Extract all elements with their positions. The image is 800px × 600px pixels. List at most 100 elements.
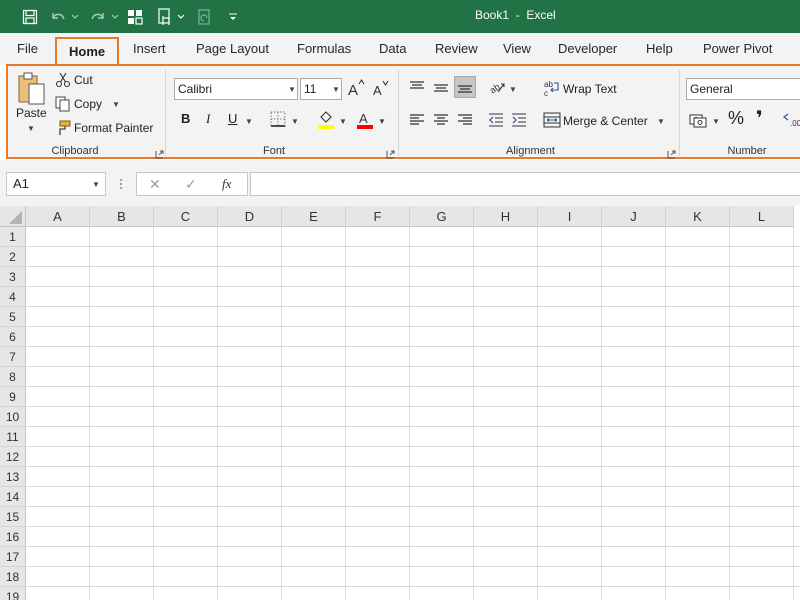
customize-qat-icon[interactable]: [226, 6, 240, 28]
merge-center-dropdown-icon[interactable]: ▼: [657, 117, 665, 126]
refresh-icon[interactable]: [196, 6, 214, 28]
undo-dropdown-icon[interactable]: [70, 6, 80, 28]
row-header-16[interactable]: 16: [0, 527, 26, 547]
accounting-format-icon[interactable]: [689, 112, 707, 128]
alignment-launcher-icon[interactable]: [667, 148, 676, 159]
align-center-icon[interactable]: [433, 112, 449, 128]
row-header-11[interactable]: 11: [0, 427, 26, 447]
tab-data[interactable]: Data: [379, 33, 406, 65]
tab-power-pivot[interactable]: Power Pivot: [703, 33, 772, 65]
row-header-4[interactable]: 4: [0, 287, 26, 307]
paste-icon[interactable]: [17, 72, 47, 106]
bottom-align-icon[interactable]: [454, 76, 476, 98]
accounting-format-dropdown-icon[interactable]: ▼: [712, 117, 720, 126]
font-name-dropdown[interactable]: Calibri: [174, 78, 298, 100]
row-header-7[interactable]: 7: [0, 347, 26, 367]
cell-area[interactable]: [26, 227, 800, 600]
insert-function-icon[interactable]: fx: [222, 176, 231, 192]
row-header-8[interactable]: 8: [0, 367, 26, 387]
row-header-2[interactable]: 2: [0, 247, 26, 267]
row-header-13[interactable]: 13: [0, 467, 26, 487]
row-header-9[interactable]: 9: [0, 387, 26, 407]
row-header-3[interactable]: 3: [0, 267, 26, 287]
column-header-l[interactable]: L: [730, 206, 794, 227]
tab-help[interactable]: Help: [646, 33, 673, 65]
tab-home[interactable]: Home: [55, 37, 120, 67]
cut-button[interactable]: Cut: [74, 73, 93, 87]
column-header-g[interactable]: G: [410, 206, 474, 227]
increase-font-size-icon[interactable]: A: [347, 78, 365, 99]
copy-dropdown-icon[interactable]: ▼: [112, 100, 120, 109]
row-header-6[interactable]: 6: [0, 327, 26, 347]
row-header-14[interactable]: 14: [0, 487, 26, 507]
column-header-a[interactable]: A: [26, 206, 90, 227]
row-header-12[interactable]: 12: [0, 447, 26, 467]
column-header-f[interactable]: F: [346, 206, 410, 227]
tab-view[interactable]: View: [503, 33, 531, 65]
select-all-button[interactable]: [0, 206, 26, 227]
italic-button[interactable]: I: [206, 111, 210, 127]
percent-style-button[interactable]: %: [728, 108, 744, 129]
column-header-i[interactable]: I: [538, 206, 602, 227]
column-header-b[interactable]: B: [90, 206, 154, 227]
column-header-c[interactable]: C: [154, 206, 218, 227]
tab-file[interactable]: File: [17, 33, 38, 65]
save-icon[interactable]: [20, 6, 40, 28]
formula-input[interactable]: [250, 172, 800, 196]
copy-button[interactable]: Copy: [74, 97, 102, 111]
top-align-icon[interactable]: [409, 80, 425, 96]
form-icon[interactable]: [126, 6, 144, 28]
bold-button[interactable]: B: [181, 111, 190, 126]
cancel-icon[interactable]: ✕: [149, 176, 161, 193]
underline-dropdown-icon[interactable]: ▼: [245, 117, 253, 126]
undo-icon[interactable]: [48, 6, 68, 28]
tab-formulas[interactable]: Formulas: [297, 33, 351, 65]
decrease-indent-icon[interactable]: [488, 112, 504, 128]
tab-page-layout[interactable]: Page Layout: [196, 33, 269, 65]
middle-align-icon[interactable]: [433, 80, 449, 96]
enter-icon[interactable]: ✓: [185, 176, 197, 193]
borders-icon[interactable]: [270, 111, 286, 127]
underline-button[interactable]: U: [228, 111, 237, 126]
column-header-h[interactable]: H: [474, 206, 538, 227]
column-header-j[interactable]: J: [602, 206, 666, 227]
comma-style-button[interactable]: ❜: [756, 106, 763, 131]
touch-mode-dropdown-icon[interactable]: [176, 6, 186, 28]
orientation-icon[interactable]: ab: [488, 78, 506, 96]
wrap-text-button[interactable]: Wrap Text: [563, 82, 617, 96]
row-header-17[interactable]: 17: [0, 547, 26, 567]
name-box[interactable]: A1: [6, 172, 106, 196]
font-color-icon[interactable]: A: [356, 110, 374, 130]
increase-indent-icon[interactable]: [511, 112, 527, 128]
fill-color-dropdown-icon[interactable]: ▼: [339, 117, 347, 126]
name-box-dropdown-icon[interactable]: ▼: [92, 180, 100, 189]
font-launcher-icon[interactable]: [386, 148, 395, 159]
paste-dropdown-icon[interactable]: ▼: [27, 124, 35, 133]
touch-mode-icon[interactable]: [156, 6, 174, 28]
column-header-e[interactable]: E: [282, 206, 346, 227]
tab-insert[interactable]: Insert: [133, 33, 166, 65]
formula-bar-grip-icon[interactable]: [118, 176, 124, 192]
merge-center-button[interactable]: Merge & Center: [563, 114, 648, 128]
row-header-15[interactable]: 15: [0, 507, 26, 527]
redo-dropdown-icon[interactable]: [110, 6, 120, 28]
fill-color-icon[interactable]: [317, 110, 335, 130]
align-left-icon[interactable]: [409, 112, 425, 128]
column-header-d[interactable]: D: [218, 206, 282, 227]
redo-icon[interactable]: [88, 6, 108, 28]
row-header-18[interactable]: 18: [0, 567, 26, 587]
column-header-k[interactable]: K: [666, 206, 730, 227]
format-painter-button[interactable]: Format Painter: [74, 121, 153, 135]
borders-dropdown-icon[interactable]: ▼: [291, 117, 299, 126]
row-header-19[interactable]: 19: [0, 587, 26, 600]
row-header-10[interactable]: 10: [0, 407, 26, 427]
row-header-5[interactable]: 5: [0, 307, 26, 327]
font-color-dropdown-icon[interactable]: ▼: [378, 117, 386, 126]
number-format-dropdown[interactable]: General: [686, 78, 800, 100]
align-right-icon[interactable]: [457, 112, 473, 128]
tab-developer[interactable]: Developer: [558, 33, 617, 65]
increase-decimal-icon[interactable]: .00: [782, 112, 800, 128]
paste-button[interactable]: Paste: [16, 106, 47, 120]
row-header-1[interactable]: 1: [0, 227, 26, 247]
decrease-font-size-icon[interactable]: A: [372, 78, 390, 98]
